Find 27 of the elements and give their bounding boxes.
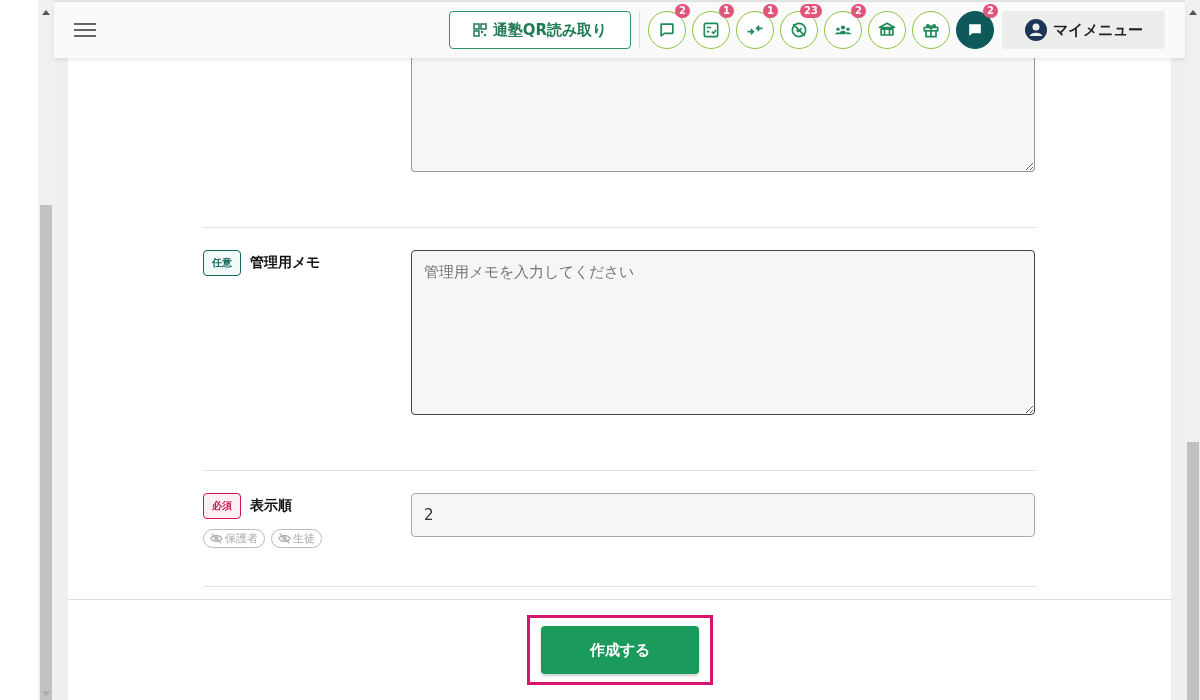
- eye-slash-icon: [210, 532, 223, 545]
- eye-slash-icon: [278, 532, 291, 545]
- menu-icon[interactable]: [74, 22, 96, 38]
- toolbar-icon-button[interactable]: [912, 11, 950, 49]
- my-menu-button[interactable]: マイメニュー: [1002, 11, 1165, 49]
- scrollbar[interactable]: [38, 0, 54, 700]
- qr-scan-button[interactable]: 通塾QR読み取り: [449, 11, 631, 49]
- count-badge: 1: [763, 4, 778, 18]
- order-input-field[interactable]: 2: [411, 493, 1035, 537]
- checklist-icon: [701, 20, 721, 40]
- count-badge: 2: [983, 4, 998, 18]
- count-badge: 2: [675, 4, 690, 18]
- count-badge: 23: [800, 4, 822, 18]
- create-button[interactable]: 作成する: [540, 626, 699, 674]
- field-tag: 必須: [203, 493, 241, 519]
- scrollbar[interactable]: [1185, 0, 1200, 700]
- field-label: 管理用メモ: [250, 254, 320, 272]
- count-badge: 1: [719, 4, 734, 18]
- user-avatar-icon: [1024, 19, 1047, 41]
- field-tag: 任意: [203, 250, 241, 276]
- chat-icon: [657, 20, 677, 40]
- count-badge: 2: [851, 4, 866, 18]
- qr-code-icon: [472, 23, 487, 37]
- toolbar-icon-button[interactable]: [868, 11, 906, 49]
- field-label: 表示順: [250, 497, 292, 515]
- memo-text-area[interactable]: 管理用メモを入力してください: [411, 250, 1035, 415]
- blocked-icon: [789, 20, 809, 40]
